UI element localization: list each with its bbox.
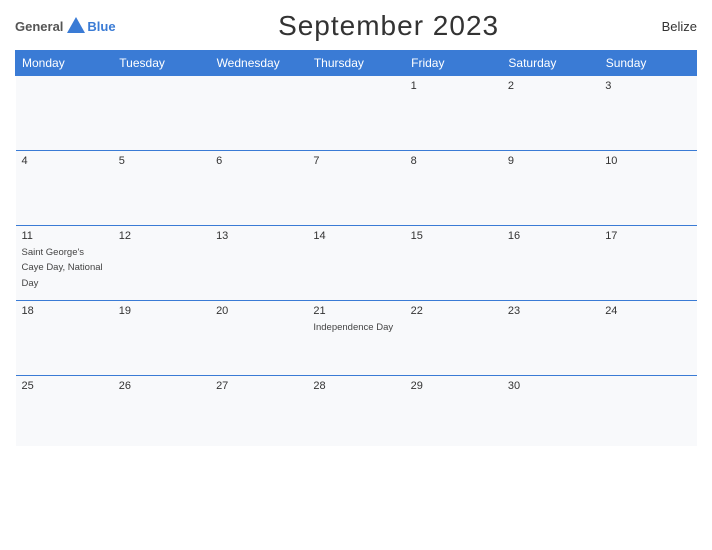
day-number: 23 <box>508 305 593 317</box>
table-row: 1 <box>405 76 502 151</box>
event-label: Saint George's Caye Day, National Day <box>22 247 103 289</box>
event-label: Independence Day <box>313 322 393 333</box>
calendar-week-row: 11Saint George's Caye Day, National Day1… <box>16 226 697 301</box>
table-row <box>307 76 404 151</box>
table-row: 23 <box>502 301 599 376</box>
table-row: 8 <box>405 151 502 226</box>
day-number: 11 <box>22 230 107 242</box>
table-row: 14 <box>307 226 404 301</box>
table-row: 9 <box>502 151 599 226</box>
table-row: 5 <box>113 151 210 226</box>
calendar-week-row: 4567 89 10 <box>16 151 697 226</box>
table-row: 18 <box>16 301 113 376</box>
day-number: 3 <box>605 80 690 92</box>
day-number: 19 <box>119 305 204 317</box>
day-number: 10 <box>605 155 690 167</box>
calendar-week-row: 25 26 27 28 29 30 <box>16 376 697 446</box>
day-number: 16 <box>508 230 593 242</box>
table-row: 30 <box>502 376 599 446</box>
col-sunday: Sunday <box>599 51 696 76</box>
day-number: 30 <box>508 380 593 392</box>
day-number: 22 <box>411 305 496 317</box>
table-row: 21 Independence Day <box>307 301 404 376</box>
day-number: 25 <box>22 380 107 392</box>
table-row <box>599 376 696 446</box>
table-row: 15 <box>405 226 502 301</box>
logo-blue-text: Blue <box>87 19 115 34</box>
table-row: 7 <box>307 151 404 226</box>
day-number: 5 <box>119 155 204 167</box>
table-row: 12 <box>113 226 210 301</box>
table-row: 2 <box>502 76 599 151</box>
day-number: 29 <box>411 380 496 392</box>
calendar-week-row: 123 <box>16 76 697 151</box>
day-number: 26 <box>119 380 204 392</box>
table-row: 20 <box>210 301 307 376</box>
table-row: 22 <box>405 301 502 376</box>
table-row: 10 <box>599 151 696 226</box>
table-row: 25 <box>16 376 113 446</box>
col-tuesday: Tuesday <box>113 51 210 76</box>
table-row: 28 <box>307 376 404 446</box>
table-row: 26 <box>113 376 210 446</box>
table-row: 4 <box>16 151 113 226</box>
table-row: 17 <box>599 226 696 301</box>
day-number: 17 <box>605 230 690 242</box>
day-number: 13 <box>216 230 301 242</box>
day-number: 24 <box>605 305 690 317</box>
day-number: 21 <box>313 305 398 317</box>
col-friday: Friday <box>405 51 502 76</box>
day-number: 27 <box>216 380 301 392</box>
day-number: 14 <box>313 230 398 242</box>
calendar-header-row: Monday Tuesday Wednesday Thursday Friday… <box>16 51 697 76</box>
day-number: 12 <box>119 230 204 242</box>
day-number: 15 <box>411 230 496 242</box>
table-row <box>113 76 210 151</box>
table-row: 19 <box>113 301 210 376</box>
table-row: 13 <box>210 226 307 301</box>
day-number: 20 <box>216 305 301 317</box>
table-row: 29 <box>405 376 502 446</box>
col-wednesday: Wednesday <box>210 51 307 76</box>
day-number: 8 <box>411 155 496 167</box>
table-row: 16 <box>502 226 599 301</box>
day-number: 28 <box>313 380 398 392</box>
day-number: 4 <box>22 155 107 167</box>
table-row <box>210 76 307 151</box>
table-row: 6 <box>210 151 307 226</box>
header: General Blue September 2023 Belize <box>15 10 697 42</box>
country-label: Belize <box>662 19 697 34</box>
page: General Blue September 2023 Belize Monda… <box>0 0 712 550</box>
table-row: 11 Saint George's Caye Day, National Day <box>16 226 113 301</box>
logo: General Blue <box>15 15 116 37</box>
col-saturday: Saturday <box>502 51 599 76</box>
calendar-week-row: 18 19 20 21 Independence Day 22 23 24 <box>16 301 697 376</box>
col-monday: Monday <box>16 51 113 76</box>
table-row: 3 <box>599 76 696 151</box>
calendar-table: Monday Tuesday Wednesday Thursday Friday… <box>15 50 697 446</box>
day-number: 2 <box>508 80 593 92</box>
day-number: 1 <box>411 80 496 92</box>
col-thursday: Thursday <box>307 51 404 76</box>
logo-icon <box>65 15 87 37</box>
day-number: 7 <box>313 155 398 167</box>
day-number: 18 <box>22 305 107 317</box>
table-row <box>16 76 113 151</box>
day-number: 9 <box>508 155 593 167</box>
table-row: 24 <box>599 301 696 376</box>
day-number: 6 <box>216 155 301 167</box>
logo-general-text: General <box>15 19 63 34</box>
table-row: 27 <box>210 376 307 446</box>
page-title: September 2023 <box>278 10 499 42</box>
